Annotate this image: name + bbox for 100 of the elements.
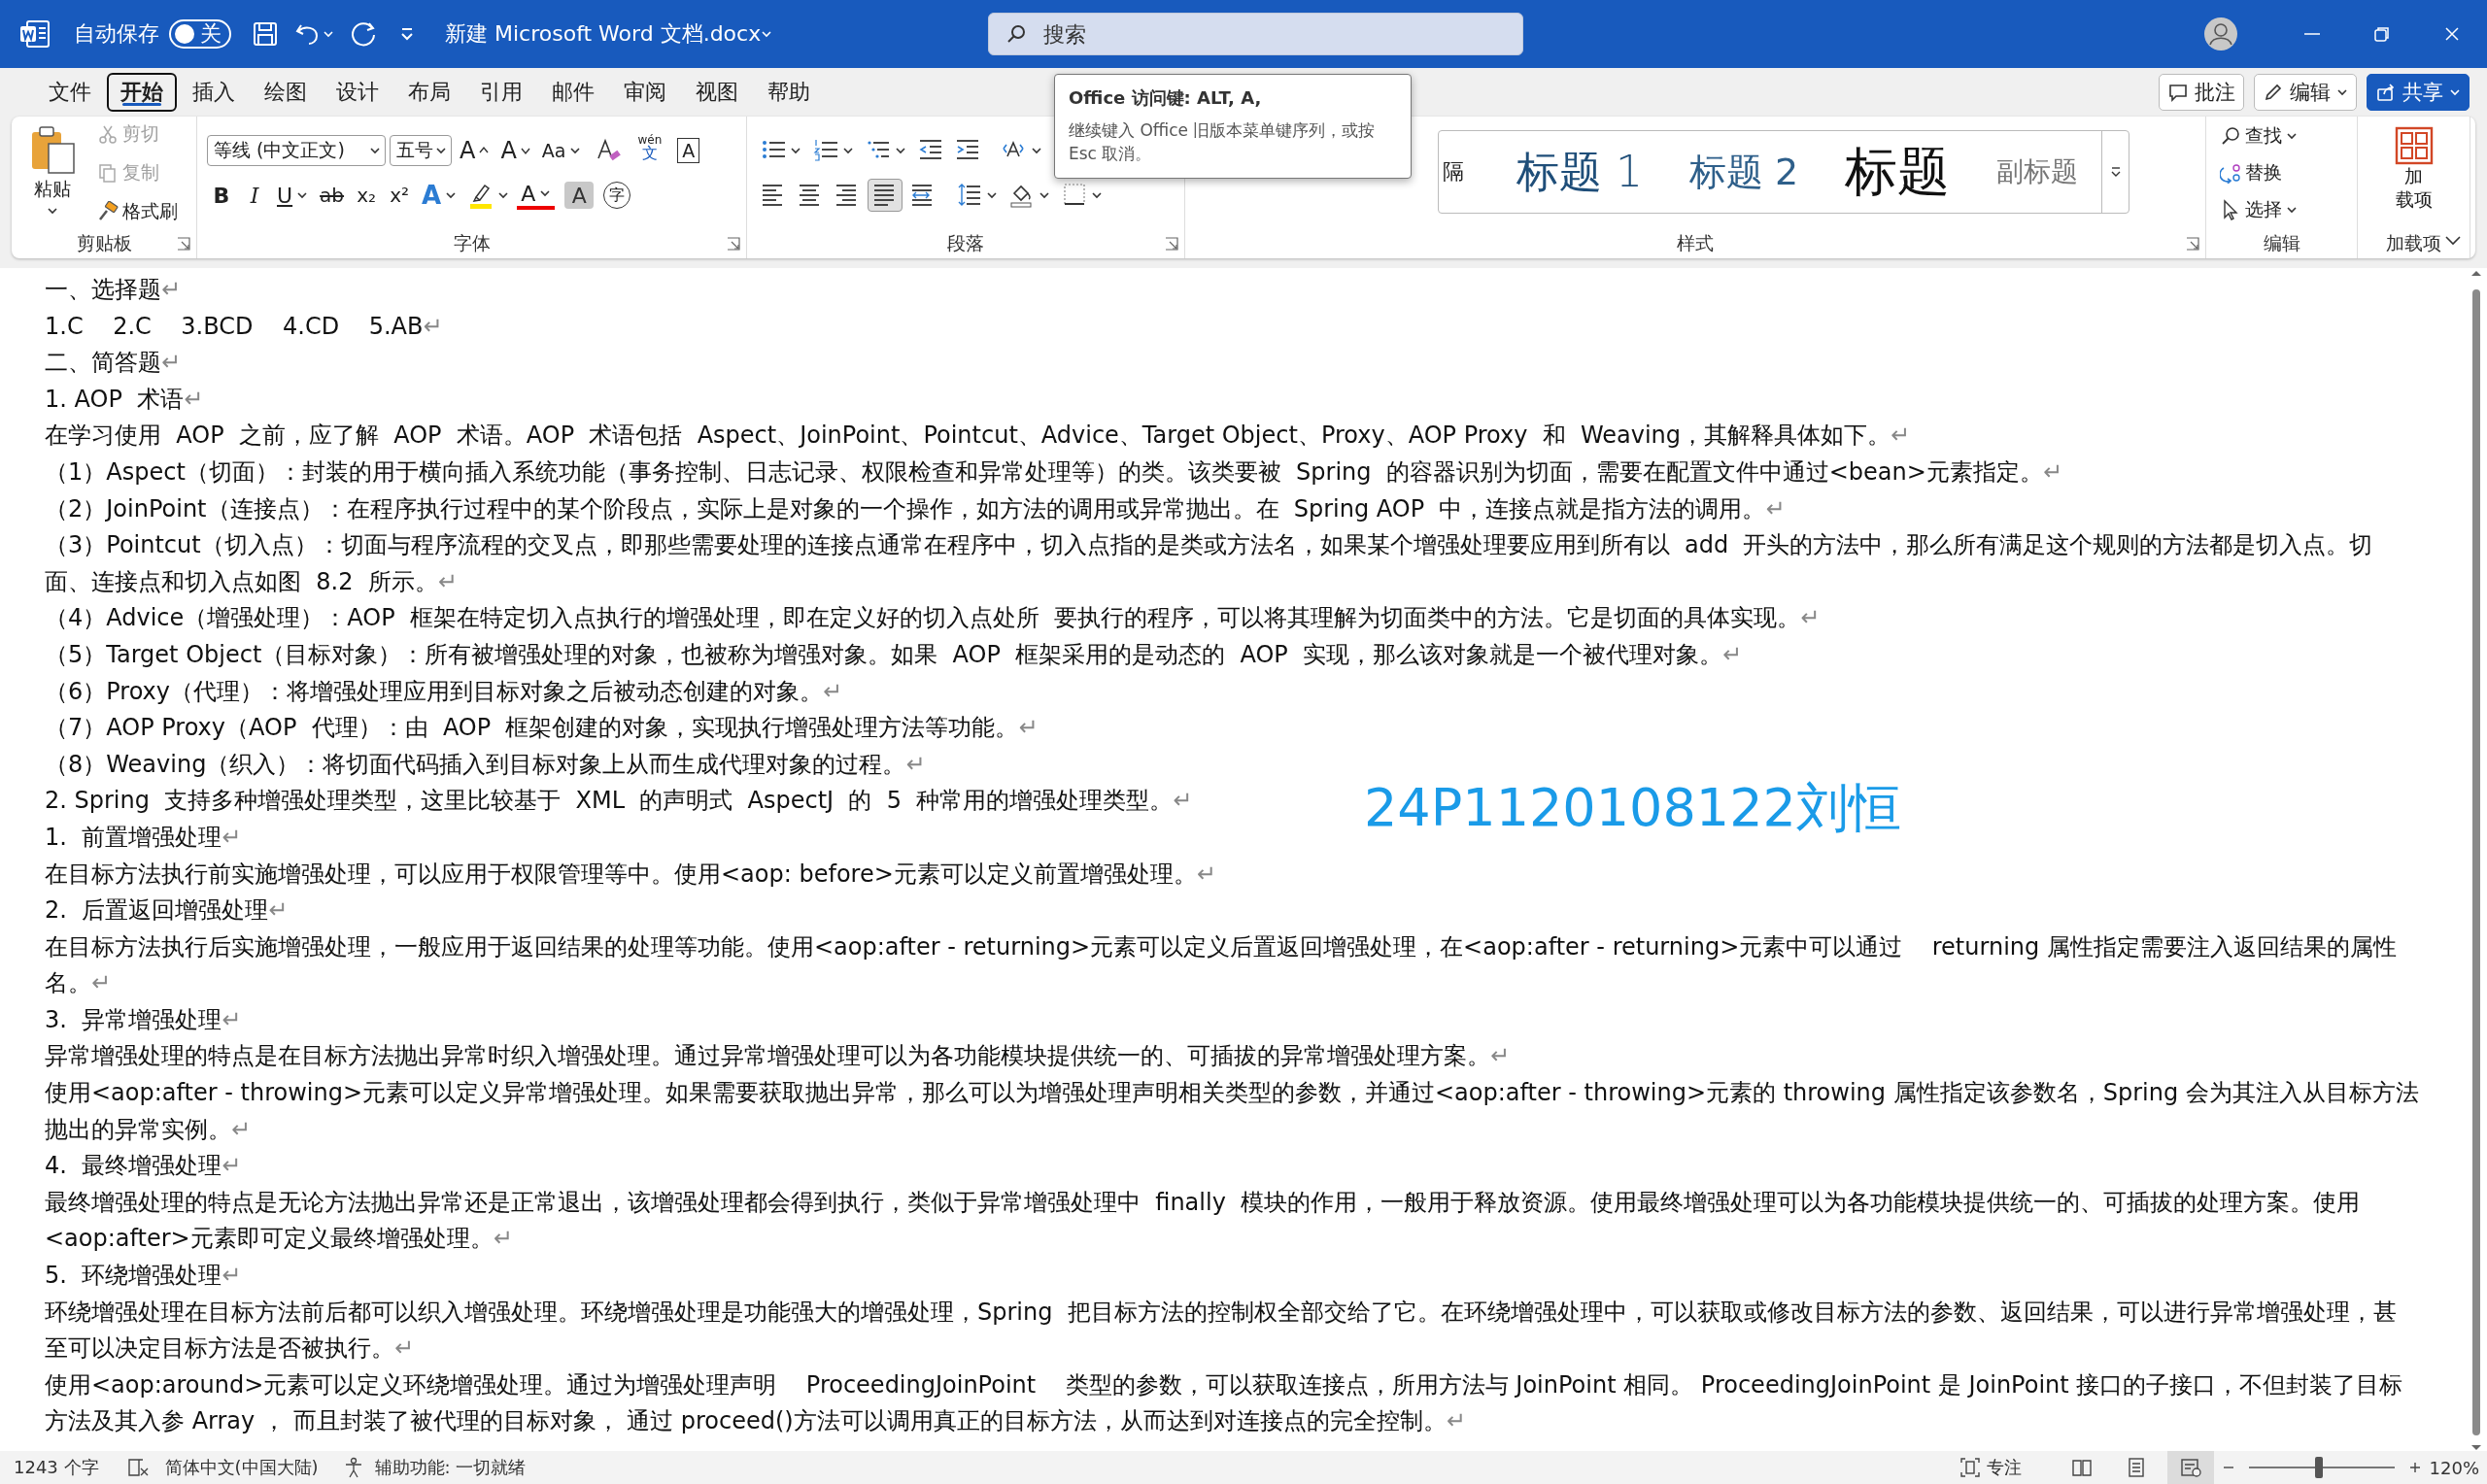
menu-tab[interactable]: 插入: [179, 73, 249, 112]
superscript-button[interactable]: x²: [385, 179, 415, 212]
word-app-icon: [19, 19, 51, 49]
up-caret-icon: [479, 146, 490, 155]
menu-tab[interactable]: 设计: [323, 73, 392, 112]
web-layout-button[interactable]: [2166, 1451, 2214, 1484]
style-item[interactable]: 隔: [1439, 133, 1493, 211]
strikethrough-button[interactable]: ab: [316, 179, 349, 212]
minimize-icon: [2304, 33, 2320, 35]
file-name[interactable]: 新建 Microsoft Word 文档.docx: [445, 19, 773, 49]
zoom-level[interactable]: 120%: [2429, 1457, 2479, 1478]
replace-icon: [2220, 162, 2241, 184]
add-ins-button[interactable]: 加 载项: [2394, 126, 2434, 229]
text-effects-button[interactable]: A: [418, 179, 461, 212]
paragraph: （3）Pointcut（切入点）：切面与程序流程的交叉点，即那些需要处理的连接点通常在程序中，切入点指的是类或方法名，如果某个增强处理要应用到所有以 add 开头的方法中，那么所有满足这个规则的方法都是切入点。切面、连接点和切入点如图 8.2 所示。↵: [45, 530, 2374, 597]
share-button[interactable]: 共享: [2367, 74, 2470, 111]
paragraph: （4）Advice（增强处理）：AOP 框架在特定切入点执行的增强处理，即在定义好的切入点处所 要执行的程序，可以将其理解为切面类中的方法。它是切面的具体实现。↵: [45, 603, 1821, 634]
comment-button[interactable]: 批注: [2159, 74, 2244, 111]
paragraph: 2. Spring 支持多种增强处理类型，这里比较基于 XML 的声明式 AspectJ 的 5 种常用的增强处理类型。↵: [45, 786, 1193, 817]
tooltip-text: 继续键入 Office 旧版本菜单键序列，或按 Esc 取消。: [1069, 119, 1377, 165]
dialog-launcher-icon[interactable]: [727, 237, 740, 251]
paragraph: （7）AOP Proxy（AOP 代理）：由 AOP 框架创建的对象，实现执行增强处理方法等功能。↵: [45, 713, 1039, 744]
menu-tab[interactable]: 引用: [466, 73, 536, 112]
down-caret-icon: [520, 146, 530, 155]
search-field[interactable]: 搜索: [988, 13, 1523, 55]
subscript-button[interactable]: x₂: [352, 179, 382, 212]
paragraph: （6）Proxy（代理）：将增强处理应用到目标对象之后被动态创建的对象。↵: [45, 676, 843, 707]
paragraph: 环绕增强处理在目标方法前后都可以织入增强处理。环绕增强处理是功能强大的增强处理，Spring 把目标方法的控制权全部交给了它。在环绕增强处理中，可以获取或修改目标方法的参数、返回结果，可以进行异常增强处理，甚至可以决定目标方法是否被执行。↵: [45, 1297, 2398, 1365]
more-icon: [2109, 165, 2122, 179]
italic-button[interactable]: I: [240, 179, 269, 212]
grow-font-button[interactable]: A: [456, 134, 494, 167]
style-item[interactable]: 标题 2: [1666, 133, 1823, 211]
style-item[interactable]: 标题: [1822, 133, 1974, 211]
justify-button[interactable]: [868, 179, 903, 212]
avatar-icon[interactable]: [2203, 17, 2238, 51]
menu-tab[interactable]: 审阅: [610, 73, 680, 112]
group-label: 加载项: [2386, 231, 2441, 255]
clipboard-icon: [29, 124, 76, 175]
menu-tab[interactable]: 邮件: [538, 73, 608, 112]
student-id-text: 24P1120108122刘恒: [1364, 776, 1901, 840]
edit-button[interactable]: 编辑: [2254, 74, 2357, 111]
numbered-list-icon: [813, 137, 838, 164]
autosave-label: 自动保存: [74, 20, 159, 48]
paragraph: 最终增强处理的特点是无论方法抛出异常还是正常退出，该增强处理都会得到执行，类似于异常增强处理中 finally 模块的作用，一般用于释放资源。使用最终增强处理可以为各功能模块提供统一的、可插拔的处理方案。使用<aop:after>元素即可定义最终增强处理。↵: [45, 1187, 2362, 1255]
search-icon: [2220, 125, 2241, 147]
font-size-dropdown[interactable]: 五号: [390, 135, 452, 166]
highlighter-icon: [468, 182, 494, 209]
replace-button[interactable]: 替换: [2216, 156, 2301, 189]
style-item[interactable]: 副标题: [1973, 133, 2102, 211]
brush-icon: [97, 201, 119, 222]
style-item[interactable]: 标题 1: [1493, 133, 1666, 211]
group-label: 段落: [947, 231, 984, 255]
character-border-button[interactable]: A: [677, 138, 700, 163]
focus-icon: [1959, 1457, 1981, 1478]
paragraph: 1.C 2.C 3.BCD 4.CD 5.AB↵: [45, 311, 443, 342]
underline-button[interactable]: U: [273, 179, 313, 212]
zoom-slider-thumb[interactable]: [2314, 1457, 2323, 1478]
dialog-launcher-icon[interactable]: [1165, 237, 1178, 251]
grid-icon: [2394, 126, 2434, 165]
phonetic-guide-button[interactable]: wén 文: [631, 134, 668, 167]
menu-tab[interactable]: 文件: [35, 73, 105, 112]
paste-button[interactable]: 粘贴: [21, 124, 84, 229]
read-mode-icon: [2070, 1457, 2093, 1478]
paragraph: 一、选择题↵: [45, 275, 182, 305]
menu-tab[interactable]: 视图: [682, 73, 752, 112]
bold-button[interactable]: B: [207, 179, 236, 212]
change-case-button[interactable]: Aa: [537, 134, 586, 167]
dialog-launcher-icon[interactable]: [2186, 237, 2199, 251]
menu-tab[interactable]: 绘图: [251, 73, 321, 112]
share-icon: [2375, 82, 2397, 103]
paragraph: 二、简答题↵: [45, 348, 182, 379]
tooltip-title: Office 访问键: ALT, A,: [1069, 86, 1263, 110]
collapse-ribbon-icon[interactable]: [2444, 235, 2462, 247]
accessibility-status[interactable]: 辅助功能: 一切就绪: [374, 1456, 527, 1479]
zoom-in-icon[interactable]: [2407, 1461, 2422, 1474]
save-icon[interactable]: [251, 19, 280, 49]
menu-tab[interactable]: 布局: [394, 73, 464, 112]
focus-button[interactable]: 专注: [1959, 1456, 2022, 1479]
font-name-dropdown[interactable]: 等线 (中文正文): [207, 135, 386, 166]
painter-button[interactable]: 格式刷: [93, 195, 182, 228]
search-icon: [1005, 23, 1027, 45]
language-label[interactable]: 简体中文(中国大陆): [164, 1456, 319, 1479]
group-label: 编辑: [2263, 231, 2300, 255]
menu-tab[interactable]: 帮助: [754, 73, 824, 112]
autosave-toggle[interactable]: 关: [169, 19, 231, 49]
menu-tab[interactable]: 开始: [107, 73, 177, 112]
character-shading-button[interactable]: A: [564, 182, 595, 209]
find-button[interactable]: 查找: [2216, 119, 2301, 152]
group-label: 剪贴板: [76, 231, 132, 255]
word-count[interactable]: 1243 个字: [14, 1456, 99, 1479]
scissors-icon: [97, 123, 119, 145]
shrink-font-button[interactable]: A: [496, 134, 534, 167]
pencil-icon: [2263, 82, 2284, 103]
font-color-button[interactable]: A: [517, 181, 556, 210]
restore-icon: [2372, 24, 2392, 44]
dialog-launcher-icon[interactable]: [177, 237, 190, 251]
paragraph: 4. 最终增强处理↵: [45, 1151, 242, 1182]
select-button[interactable]: 选择: [2216, 193, 2301, 226]
paragraph: 异常增强处理的特点是在目标方法抛出异常时织入增强处理。通过异常增强处理可以为各功能模块提供统一的、可插拔的异常增强处理方案。↵: [45, 1041, 1511, 1072]
paragraph: 使用<aop:around>元素可以定义环绕增强处理。通过为增强处理声明 ProceedingJoinPoint 类型的参数，可以获取连接点，所用方法与 JoinPoint 相同。 ProceedingJoinPoint 是 JoinPoint 接口的子接口，不但封装了目标方法及其入参 Array ， 而且封装了被代理的目标对象， 通过 proceed()方法可以调用真正的目标方法，从而达到对连接点的完全控制。↵: [45, 1369, 2404, 1437]
